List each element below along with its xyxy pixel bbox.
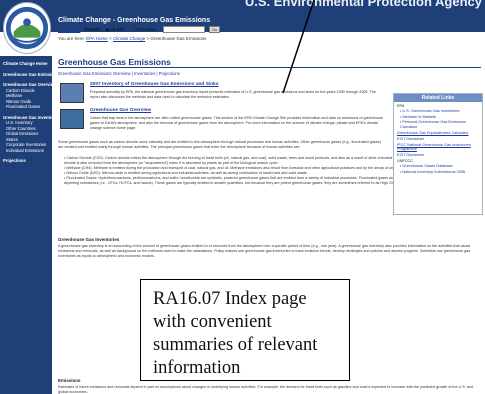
overview-thumbnail[interactable]: [60, 109, 84, 129]
scope-area-radio[interactable]: ○ This Area: [132, 27, 158, 32]
inventory-thumbnail[interactable]: [60, 83, 84, 103]
go-button[interactable]: Go: [208, 26, 221, 33]
breadcrumb-current: Greenhouse Gas Emissions: [150, 36, 207, 41]
emissions-heading: Emissions: [58, 378, 81, 383]
breadcrumb: You are here: EPA Home > Climate Change …: [58, 36, 207, 41]
breadcrumb-epa-home[interactable]: EPA Home: [86, 36, 108, 41]
epa-logo-icon[interactable]: [3, 2, 51, 54]
nav-item-ghg-home[interactable]: Greenhouse Gas Emissions Home: [0, 72, 71, 78]
nav-item-climate-home[interactable]: Climate Change Home: [0, 61, 52, 67]
nav-item-projections[interactable]: Projections: [0, 158, 52, 164]
related-link-equivalencies[interactable]: Greenhouse Gas Equivalencies Calculator: [394, 129, 482, 135]
left-navigation: Climate Change Home Greenhouse Gas Emiss…: [0, 56, 71, 394]
intro-paragraph: Some greenhouse gases such as carbon dio…: [58, 140, 381, 149]
emissions-paragraph: Estimates of future emissions and remova…: [58, 385, 473, 394]
content-heading: Greenhouse Gas Emissions: [58, 57, 171, 67]
agency-name[interactable]: U.S. Environmental Protection Agency: [245, 0, 482, 9]
breadcrumb-climate-change[interactable]: Climate Change: [113, 36, 145, 41]
overview-summary: Gases that trap heat in the atmosphere a…: [90, 116, 383, 130]
epa-web-page: U.S. Environmental Protection Agency Cli…: [0, 0, 485, 394]
nav-item-ghg-overview[interactable]: Greenhouse Gas Overview: [0, 82, 56, 88]
section-links[interactable]: Greenhouse Gas Emissions Overview | Inve…: [58, 71, 180, 76]
overview-link[interactable]: Greenhouse Gas Overview: [90, 108, 151, 113]
related-link-ipcc[interactable]: IPCC National Greenhouse Gas Inventories…: [394, 141, 482, 151]
scope-all-radio[interactable]: ◉ All EPA: [105, 27, 128, 32]
related-links-title: Related Links: [394, 94, 482, 102]
page-title: Climate Change - Greenhouse Gas Emission…: [58, 17, 211, 24]
heading-divider: [58, 67, 481, 68]
inventory-report-link[interactable]: 2007 Inventory of Greenhouse Gas Emissio…: [90, 82, 219, 87]
inventories-heading: Greenhouse Gas Inventories: [58, 237, 120, 242]
related-link-calculator[interactable]: Personal Greenhouse Gas Emissions Calcul…: [394, 119, 482, 129]
related-links-box: Related Links EPA U.S. Greenhouse Gas In…: [393, 93, 483, 215]
utility-bar: Contact Us Search: ◉ All EPA ○ This Area…: [58, 26, 223, 34]
nav-item-corporate-inventories[interactable]: Corporate Inventories: [0, 142, 52, 148]
contact-link[interactable]: Contact Us: [58, 27, 80, 32]
annotation-note: RA16.07 Index page with convenient summa…: [140, 279, 350, 381]
inventories-paragraph: A greenhouse gas inventory is an account…: [58, 244, 471, 258]
search-label: Search:: [84, 27, 102, 32]
search-input[interactable]: [162, 26, 205, 34]
related-link-national-submissions[interactable]: National Inventory Submissions 2006: [394, 169, 482, 175]
inventory-summary: Prepared annually by EPA, the national g…: [90, 90, 376, 99]
